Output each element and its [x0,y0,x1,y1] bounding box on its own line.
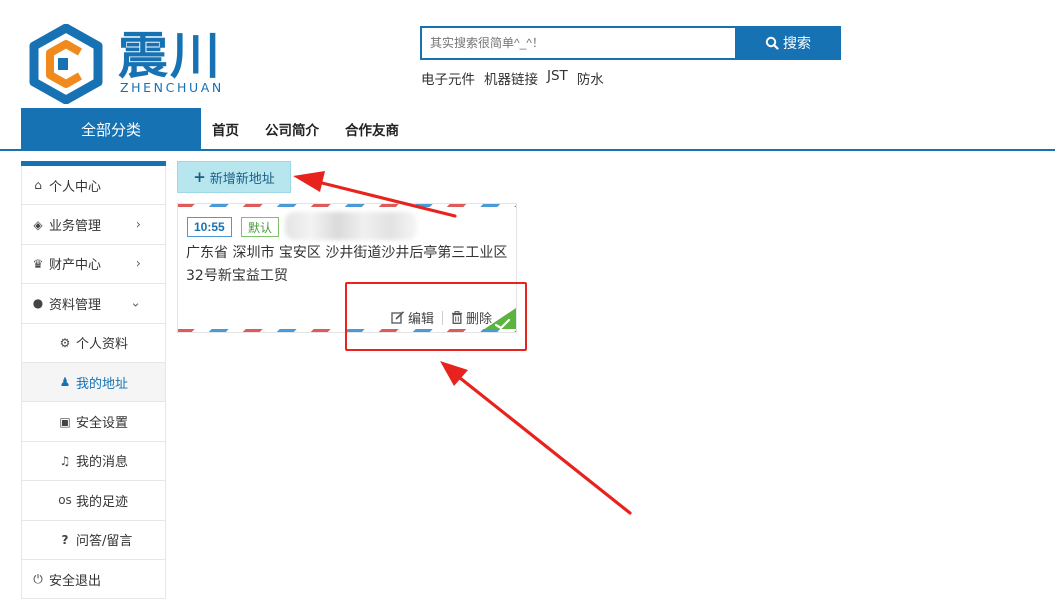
search-box: 搜索 [420,26,841,60]
sidebar-item-label: 个人中心 [49,179,102,195]
hot-word[interactable]: JST [547,68,568,88]
default-tag: 默认 [241,217,280,237]
all-categories-button[interactable]: 全部分类 [21,108,201,150]
logo[interactable]: 震川 ZHENCHUAN [28,24,238,104]
nav-link-home[interactable]: 首页 [212,119,239,139]
bell-icon: ♫ [59,453,71,468]
sidebar-item-label: 财产中心 [49,258,102,274]
annotation-arrow-to-actions [440,361,632,515]
hot-words: 电子元件 机器链接 JST 防水 [421,68,604,88]
sidebar-item-label: 我的足迹 [76,494,129,510]
hot-word[interactable]: 防水 [577,68,604,88]
question-icon: ? [61,532,69,547]
sidebar-item-personal-info[interactable]: ⚙ 个人资料 [21,323,166,363]
search-button[interactable]: 搜索 [735,26,841,60]
sidebar-item-profile-management[interactable]: ● 资料管理 ⌄ [21,284,166,324]
lock-icon: ▣ [59,414,71,429]
sidebar-item-footprints[interactable]: os 我的足迹 [21,481,166,521]
home-icon: ⌂ [34,178,42,193]
chevron-right-icon: › [135,256,141,272]
sidebar-item-assets[interactable]: ♛ 财产中心 › [21,244,166,285]
sidebar-item-label: 问答/留言 [76,534,133,550]
sidebar-item-label: 安全设置 [76,416,129,432]
sidebar-item-label: 我的消息 [76,455,129,471]
nav-link-about[interactable]: 公司简介 [265,119,319,139]
sidebar-item-messages[interactable]: ♫ 我的消息 [21,441,166,482]
sidebar-item-label: 个人资料 [76,337,129,353]
search-button-label: 搜索 [783,36,811,52]
chevron-down-icon: ⌄ [130,295,141,311]
sidebar-item-logout[interactable]: ⏻ 安全退出 [21,559,166,600]
footprint-icon: os [58,493,72,508]
chevron-right-icon: › [135,217,141,233]
add-address-label: 新增新地址 [209,171,275,187]
sidebar-item-security-settings[interactable]: ▣ 安全设置 [21,402,166,442]
search-input[interactable] [420,26,736,60]
nav-link-partners[interactable]: 合作友商 [345,119,399,139]
annotation-highlight-box [345,282,527,351]
cube-icon: ◈ [33,217,43,232]
nav-links: 首页 公司简介 合作友商 [212,108,399,150]
sidebar-item-business[interactable]: ◈ 业务管理 › [21,205,166,245]
main-nav: 全部分类 首页 公司简介 合作友商 [0,108,1055,151]
sidebar-item-label: 安全退出 [49,573,102,589]
user-icon: ● [32,296,44,311]
add-address-button[interactable]: + 新增新地址 [177,161,291,193]
sidebar-item-qa[interactable]: ? 问答/留言 [21,520,166,560]
hot-word[interactable]: 电子元件 [421,68,475,88]
power-icon: ⏻ [33,571,43,586]
location-icon: ♟ [59,375,71,390]
logo-mark-icon [29,24,103,104]
logo-chinese-text: 震川 [118,27,222,85]
gear-icon: ⚙ [59,335,71,350]
sidebar-item-label: 资料管理 [49,297,102,313]
plus-icon: + [193,168,206,186]
address-line: 广东省 深圳市 宝安区 沙井街道沙井后亭第三工业区 [186,245,508,261]
logo-english-text: ZHENCHUAN [120,80,224,95]
card-stripe-top [178,204,516,207]
sidebar-item-label: 业务管理 [49,219,102,235]
redacted-name [285,212,417,240]
search-icon [765,36,779,50]
sidebar-item-personal-center[interactable]: ⌂ 个人中心 [21,166,166,206]
sidebar-item-my-address[interactable]: ♟ 我的地址 [21,362,166,403]
sidebar: ⌂ 个人中心 ◈ 业务管理 › ♛ 财产中心 › ● 资料管理 ⌄ ⚙ 个人资料… [21,161,166,600]
trophy-icon: ♛ [32,256,44,271]
time-tag: 10:55 [187,217,232,237]
sidebar-item-label: 我的地址 [76,376,129,392]
hot-word[interactable]: 机器链接 [484,68,538,88]
